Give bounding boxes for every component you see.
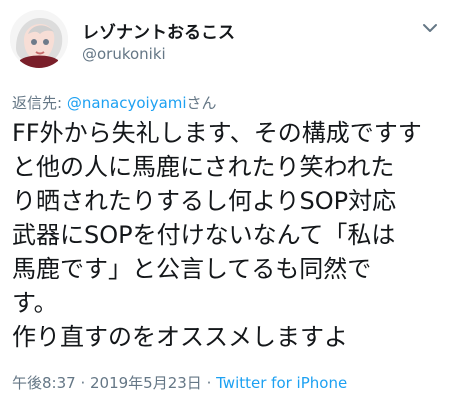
tweet-line: と他の人に馬鹿にされたり笑われた: [12, 153, 395, 181]
tweet-card: レゾナントおるこス @orukoniki 返信先: @nanacyoiyamiさ…: [0, 0, 450, 411]
tweet-line: り晒されたりするし何よりSOP対応: [12, 187, 397, 215]
reply-mention-link[interactable]: @nanacyoiyami: [67, 94, 187, 112]
display-name[interactable]: レゾナントおるこス: [82, 18, 235, 43]
reply-prefix: 返信先:: [12, 94, 67, 112]
client-link[interactable]: Twitter for iPhone: [216, 374, 347, 392]
tweet-date[interactable]: 2019年5月23日: [90, 374, 202, 392]
chevron-down-icon[interactable]: [420, 18, 440, 38]
tweet-line: 武器にSOPを付けないなんて「私は: [12, 221, 396, 249]
user-handle[interactable]: @orukoniki: [82, 45, 166, 63]
tweet-line: す。: [12, 289, 58, 317]
user-avatar-icon[interactable]: [10, 10, 68, 68]
tweet-time[interactable]: 午後8:37: [12, 374, 76, 392]
tweet-line: FF外から失礼します、その構成ですす: [12, 119, 422, 147]
tweet-line: 馬鹿です」と公言してるも同然で: [12, 255, 372, 283]
replying-to: 返信先: @nanacyoiyamiさん: [12, 92, 217, 113]
tweet-line: 作り直すのをオススメしますよ: [12, 323, 348, 351]
meta-separator: ·: [201, 374, 217, 392]
reply-suffix: さん: [186, 94, 217, 112]
tweet-text: FF外から失礼します、その構成ですす と他の人に馬鹿にされたり笑われた り晒され…: [12, 116, 442, 354]
meta-separator: ·: [75, 374, 90, 392]
tweet-meta: 午後8:37 · 2019年5月23日 · Twitter for iPhone: [12, 372, 347, 393]
